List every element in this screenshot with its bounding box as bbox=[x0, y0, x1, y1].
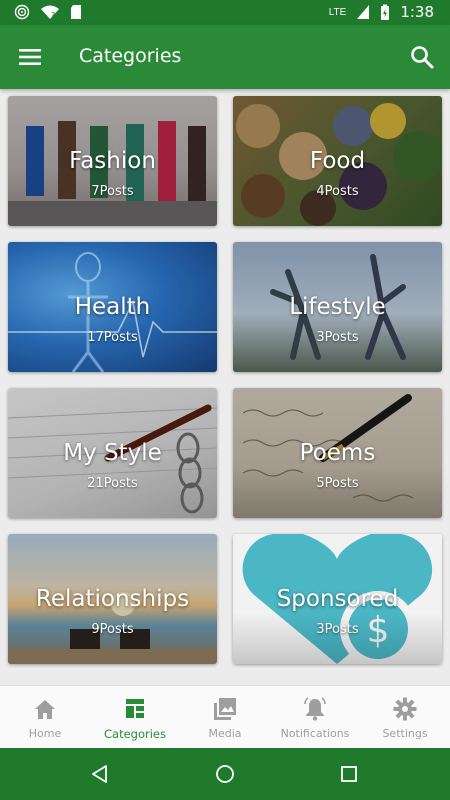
nav-categories[interactable]: Categories bbox=[90, 686, 180, 748]
category-card-sponsored[interactable]: $ Sponsored 3Posts bbox=[233, 534, 442, 664]
category-post-count: 5Posts bbox=[316, 476, 359, 491]
gear-icon bbox=[393, 697, 417, 721]
home-system-button[interactable] bbox=[213, 762, 237, 786]
category-card-poems[interactable]: Poems 5Posts bbox=[233, 388, 442, 518]
nav-media[interactable]: Media bbox=[180, 686, 270, 748]
category-card-food[interactable]: Food 4Posts bbox=[233, 96, 442, 226]
category-name: Sponsored bbox=[276, 586, 399, 612]
hamburger-menu-icon bbox=[19, 49, 41, 65]
recents-square-icon bbox=[341, 766, 357, 782]
category-name: Food bbox=[309, 148, 366, 174]
category-card-lifestyle[interactable]: Lifestyle 3Posts bbox=[233, 242, 442, 372]
svg-text:?: ? bbox=[51, 11, 55, 20]
nav-label: Notifications bbox=[280, 727, 350, 740]
search-button[interactable] bbox=[408, 43, 436, 71]
search-icon bbox=[411, 46, 434, 69]
nav-home[interactable]: Home bbox=[0, 686, 90, 748]
sd-card-icon bbox=[71, 5, 81, 19]
nav-settings[interactable]: Settings bbox=[360, 686, 450, 748]
categories-icon bbox=[126, 699, 144, 718]
category-name: Health bbox=[74, 294, 151, 320]
category-post-count: 3Posts bbox=[316, 330, 359, 345]
category-post-count: 7Posts bbox=[91, 184, 134, 199]
back-triangle-icon bbox=[92, 765, 107, 783]
category-post-count: 21Posts bbox=[87, 476, 138, 491]
clock: 1:38 bbox=[400, 3, 434, 21]
page-title: Categories bbox=[79, 45, 182, 67]
bell-icon bbox=[304, 697, 326, 721]
nav-notifications[interactable]: Notifications bbox=[270, 686, 360, 748]
network-type: LTE bbox=[328, 6, 347, 18]
category-card-health[interactable]: Health 17Posts bbox=[8, 242, 217, 372]
recents-button[interactable] bbox=[337, 762, 361, 786]
battery-icon bbox=[381, 4, 390, 20]
wifi-icon: ? bbox=[41, 5, 59, 20]
nav-label: Home bbox=[28, 727, 62, 740]
nav-label: Media bbox=[208, 727, 242, 740]
nav-label: Categories bbox=[104, 727, 166, 741]
status-bar: ? LTE 1:38 bbox=[0, 0, 450, 25]
category-name: My Style bbox=[63, 440, 162, 466]
category-post-count: 4Posts bbox=[316, 184, 359, 199]
home-icon bbox=[35, 700, 55, 719]
category-card-my-style[interactable]: My Style 21Posts bbox=[8, 388, 217, 518]
category-name: Poems bbox=[299, 440, 376, 466]
category-name: Fashion bbox=[69, 148, 156, 174]
category-post-count: 3Posts bbox=[316, 622, 359, 637]
home-circle-icon bbox=[216, 765, 234, 783]
category-card-relationships[interactable]: Relationships 9Posts bbox=[8, 534, 217, 664]
app-bar: Categories bbox=[0, 25, 450, 89]
signal-icon bbox=[357, 5, 370, 19]
system-navigation-bar bbox=[0, 748, 450, 800]
media-icon bbox=[214, 698, 236, 720]
menu-button[interactable] bbox=[16, 43, 44, 71]
category-grid: Fashion 7Posts Food 4Posts Health 17Post… bbox=[0, 89, 450, 685]
category-name: Lifestyle bbox=[289, 294, 386, 320]
location-icon bbox=[14, 4, 30, 20]
nav-label: Settings bbox=[382, 727, 428, 740]
bottom-navigation: Home Categories Media Notifications Sett… bbox=[0, 685, 450, 748]
category-post-count: 17Posts bbox=[87, 330, 138, 345]
category-post-count: 9Posts bbox=[91, 622, 134, 637]
back-button[interactable] bbox=[88, 762, 112, 786]
category-card-fashion[interactable]: Fashion 7Posts bbox=[8, 96, 217, 226]
category-name: Relationships bbox=[35, 586, 190, 612]
